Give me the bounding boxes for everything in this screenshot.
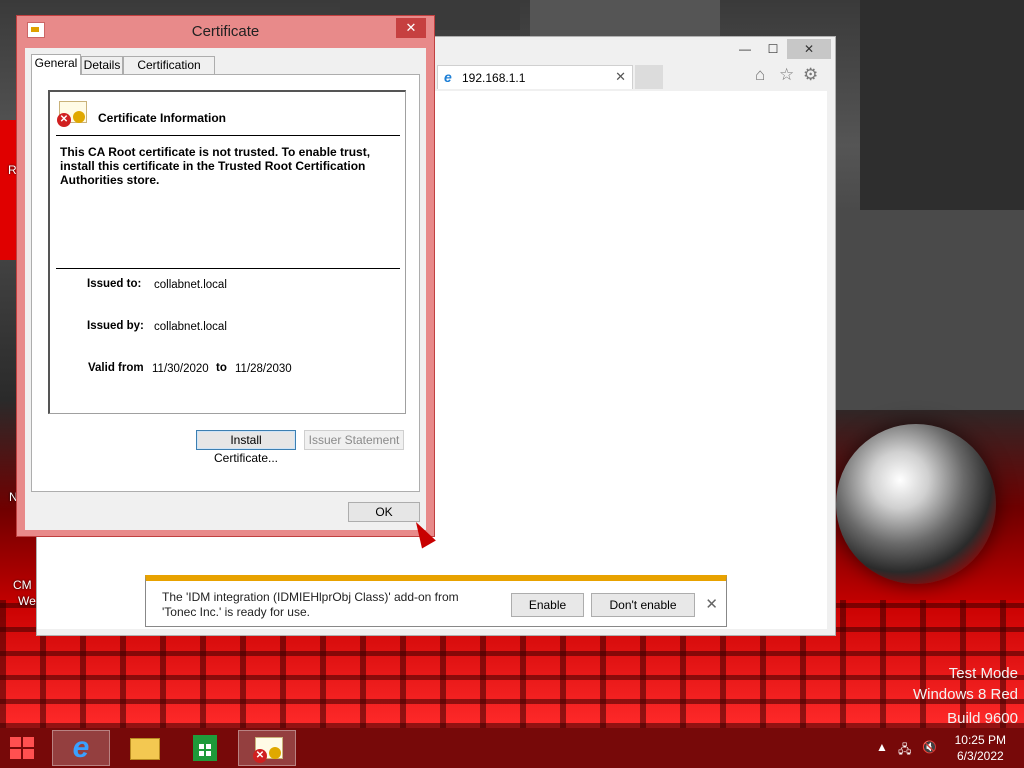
home-icon[interactable]: ⌂ <box>755 65 765 85</box>
taskbar-store[interactable] <box>176 730 234 766</box>
untrusted-certificate-icon: ✕ <box>57 101 87 127</box>
clock-time: 10:25 PM <box>954 733 1006 747</box>
build-number-watermark: Build 9600 <box>947 710 1018 727</box>
start-button[interactable] <box>10 737 36 761</box>
trust-warning-message: This CA Root certificate is not trusted.… <box>60 145 371 187</box>
certificate-icon: ✕ <box>253 737 283 763</box>
wallpaper-cube <box>0 120 16 260</box>
dialog-close-button[interactable]: ✕ <box>396 18 426 38</box>
dialog-body: General Details Certification Path ✕ Cer… <box>25 48 426 530</box>
volume-muted-icon[interactable]: 🔇 <box>922 740 937 754</box>
tab-certification-path[interactable]: Certification Path <box>123 56 215 89</box>
taskbar: e ✕ ▲ 🖧 🔇 10:25 PM 6/3/2022 <box>0 728 1024 768</box>
divider <box>56 135 400 136</box>
certificate-info-box: ✕ Certificate Information This CA Root c… <box>48 90 406 414</box>
close-button[interactable]: ✕ <box>787 39 831 59</box>
favorites-star-icon[interactable]: ☆ <box>779 65 794 85</box>
system-clock[interactable]: 10:25 PM 6/3/2022 <box>955 732 1006 764</box>
browser-tab[interactable]: e 192.168.1.1 ✕ <box>437 65 633 89</box>
general-tab-panel: ✕ Certificate Information This CA Root c… <box>31 74 420 492</box>
tab-close-icon[interactable]: ✕ <box>615 69 626 85</box>
dont-enable-button[interactable]: Don't enable <box>591 593 695 617</box>
tab-title: 192.168.1.1 <box>462 71 526 85</box>
enable-button[interactable]: Enable <box>511 593 584 617</box>
valid-to-label: to <box>216 362 227 374</box>
taskbar-file-explorer[interactable] <box>114 730 172 766</box>
new-tab-button[interactable] <box>635 65 663 89</box>
valid-from-label: Valid from <box>88 362 144 374</box>
desktop-icon-label-fragment[interactable]: We <box>18 594 36 608</box>
test-mode-watermark: Test Mode <box>948 665 1018 682</box>
minimize-button[interactable]: — <box>731 39 759 59</box>
dialog-title: Certificate <box>191 23 260 40</box>
certificate-dialog: Certificate ✕ General Details Certificat… <box>16 15 435 537</box>
tab-general[interactable]: General <box>31 54 81 75</box>
desktop-icon-label-fragment[interactable]: CM <box>13 578 32 592</box>
tab-details[interactable]: Details <box>81 56 123 74</box>
issuer-statement-button: Issuer Statement <box>304 430 404 450</box>
install-certificate-button[interactable]: Install Certificate... <box>196 430 296 465</box>
ie-logo-icon: e <box>444 69 452 85</box>
taskbar-certificate-window[interactable]: ✕ <box>238 730 296 766</box>
dialog-titlebar[interactable]: Certificate ✕ <box>17 16 434 48</box>
show-hidden-icons-arrow[interactable]: ▲ <box>876 740 888 754</box>
issued-by-label: Issued by: <box>87 320 144 332</box>
network-icon[interactable]: 🖧 <box>898 740 911 761</box>
tools-gear-icon[interactable]: ⚙ <box>803 65 818 85</box>
windows-edition-watermark: Windows 8 Red <box>912 686 1018 703</box>
notification-message: The 'IDM integration (IDMIEHlprObj Class… <box>162 590 459 619</box>
divider <box>56 268 400 269</box>
folder-icon <box>130 738 160 760</box>
notification-close-icon[interactable]: ✕ <box>705 595 718 613</box>
wallpaper-cube <box>860 0 1024 210</box>
certificate-info-heading: Certificate Information <box>98 111 227 125</box>
store-icon <box>193 735 217 761</box>
issued-by-value: collabnet.local <box>154 321 227 333</box>
issued-to-value: collabnet.local <box>154 279 227 291</box>
wallpaper-cube <box>530 0 720 40</box>
valid-to-value: 11/28/2030 <box>235 363 292 375</box>
addon-notification-bar: The 'IDM integration (IDMIEHlprObj Class… <box>145 575 727 627</box>
wallpaper-sphere <box>836 424 996 584</box>
taskbar-internet-explorer[interactable]: e <box>52 730 110 766</box>
issued-to-label: Issued to: <box>87 278 142 290</box>
ok-button[interactable]: OK <box>348 502 420 522</box>
maximize-button[interactable]: ☐ <box>759 39 787 59</box>
valid-from-value: 11/30/2020 <box>152 363 209 375</box>
clock-date: 6/3/2022 <box>956 749 1004 763</box>
wallpaper-cube <box>836 210 1024 410</box>
